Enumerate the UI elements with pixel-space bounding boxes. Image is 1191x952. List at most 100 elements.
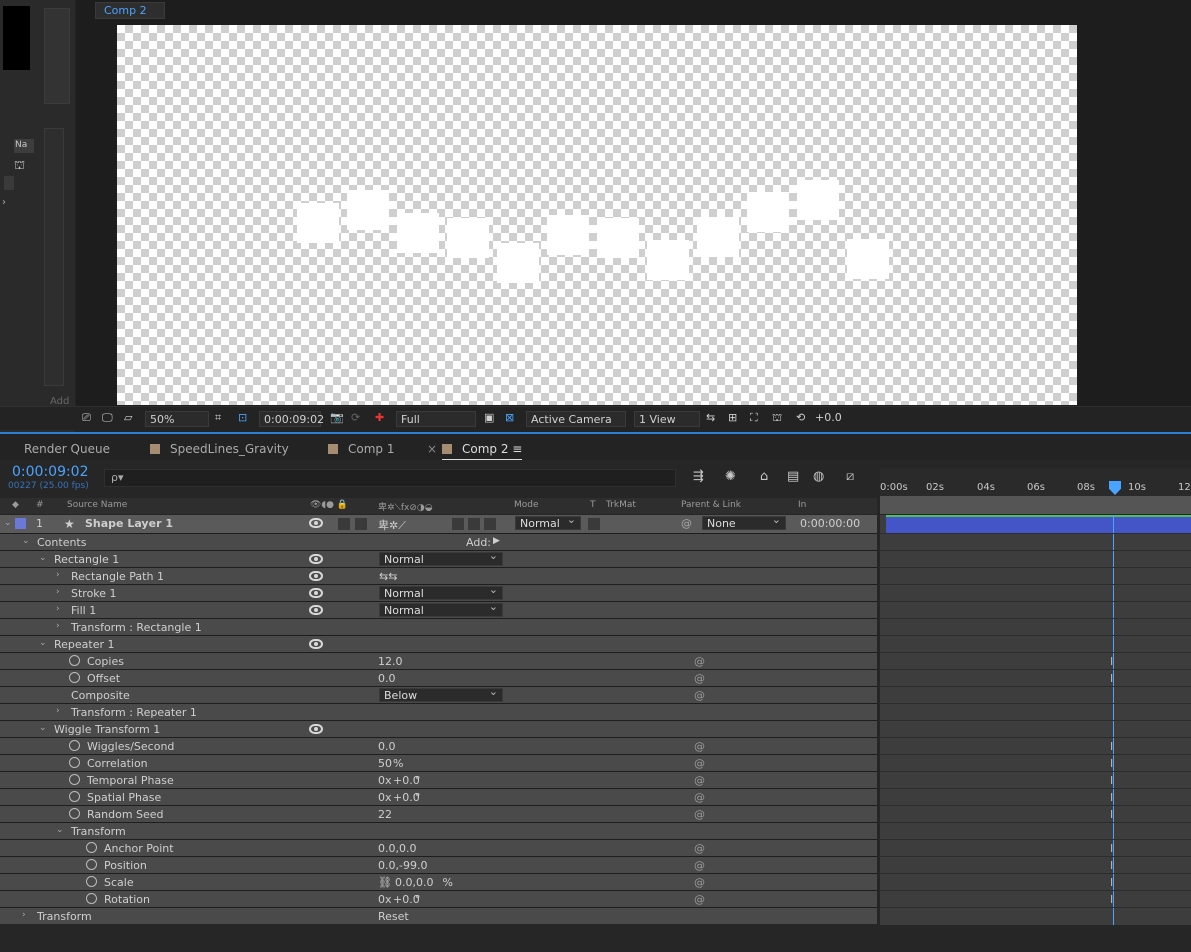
channel-icon[interactable]: ✚ bbox=[375, 411, 384, 427]
track-row[interactable] bbox=[880, 601, 1191, 618]
viewer-tab[interactable]: Comp 2 bbox=[95, 2, 165, 19]
graph-editor-icon[interactable]: ⧄ bbox=[846, 469, 854, 484]
blend-mode-dropdown[interactable]: Below bbox=[379, 685, 503, 702]
property-row[interactable]: › Fill 1 Normal bbox=[0, 600, 877, 618]
track-row[interactable] bbox=[880, 567, 1191, 584]
parent-dropdown[interactable]: None bbox=[702, 513, 786, 530]
pickwhip-icon[interactable]: @ bbox=[681, 517, 692, 530]
collapse-arrow-icon[interactable]: ⌄ bbox=[56, 825, 64, 835]
path-direction-icon[interactable]: ⇆⇆ bbox=[379, 570, 397, 583]
switch-box[interactable] bbox=[452, 518, 464, 530]
property-label[interactable]: Rectangle Path 1 bbox=[71, 570, 164, 583]
show-snapshot-icon[interactable]: ⟳ bbox=[351, 411, 360, 427]
tab-comp-1[interactable]: Comp 1 bbox=[328, 442, 394, 456]
property-label[interactable]: Repeater 1 bbox=[54, 638, 115, 651]
add-menu-label[interactable]: Add: bbox=[466, 536, 491, 549]
property-label[interactable]: Rectangle 1 bbox=[54, 553, 119, 566]
property-label[interactable]: Anchor Point bbox=[104, 842, 174, 855]
property-label[interactable]: Transform bbox=[37, 910, 92, 923]
keyframe-marker[interactable]: I bbox=[1110, 876, 1113, 889]
pickwhip-icon[interactable]: @ bbox=[694, 672, 705, 685]
pickwhip-icon[interactable]: @ bbox=[694, 808, 705, 821]
tab-speedlines-gravity[interactable]: SpeedLines_Gravity bbox=[150, 442, 289, 456]
pickwhip-icon[interactable]: @ bbox=[694, 655, 705, 668]
switch-box[interactable] bbox=[484, 518, 496, 530]
region-of-interest-icon[interactable]: ▣ bbox=[484, 411, 494, 427]
property-value[interactable]: 0.0,0.0 bbox=[378, 842, 416, 855]
track-row[interactable] bbox=[880, 635, 1191, 652]
property-value[interactable]: 0.0 bbox=[378, 740, 396, 753]
property-row[interactable]: Correlation 50% @ bbox=[0, 754, 877, 771]
expand-arrow-icon[interactable]: › bbox=[22, 910, 26, 920]
track-row[interactable] bbox=[880, 550, 1191, 567]
panel-tab[interactable] bbox=[4, 176, 14, 190]
keyframe-marker[interactable]: I bbox=[1110, 757, 1113, 770]
transparency-grid-icon[interactable]: ⊡ bbox=[238, 411, 247, 427]
property-row[interactable]: Temporal Phase 0 x +0.0 ° @ bbox=[0, 771, 877, 788]
stopwatch-icon[interactable] bbox=[69, 791, 80, 802]
search-input[interactable]: ρ▾ bbox=[104, 469, 676, 487]
scroll-strip[interactable] bbox=[44, 128, 64, 386]
pickwhip-icon[interactable]: @ bbox=[694, 757, 705, 770]
property-row[interactable]: Spatial Phase 0 x +0.0 ° @ bbox=[0, 788, 877, 805]
mode-dropdown[interactable]: Normal bbox=[515, 513, 581, 530]
toggle-transparency-icon[interactable]: ⊠ bbox=[505, 411, 514, 427]
layer-switch-icons[interactable]: 卑✲⟋ bbox=[378, 517, 406, 533]
property-label[interactable]: Temporal Phase bbox=[87, 774, 174, 787]
track-row[interactable]: I bbox=[880, 754, 1191, 771]
pickwhip-icon[interactable]: @ bbox=[694, 859, 705, 872]
playhead[interactable] bbox=[1109, 481, 1121, 495]
close-tab-icon[interactable]: × bbox=[427, 442, 437, 456]
switch-box[interactable] bbox=[468, 518, 480, 530]
track-row[interactable]: I bbox=[880, 839, 1191, 856]
property-row[interactable]: › Stroke 1 Normal bbox=[0, 583, 877, 601]
hierarchy-icon[interactable]: ⛫ bbox=[14, 158, 25, 174]
shy-icon[interactable]: ⌂ bbox=[760, 469, 768, 484]
track-row[interactable]: I bbox=[880, 771, 1191, 788]
time-ruler[interactable]: 0:00s 02s 04s 06s 08s 10s 12s bbox=[880, 468, 1191, 514]
expand-layer-icon[interactable]: ⌄ bbox=[4, 518, 12, 528]
property-value[interactable]: 0.0 bbox=[378, 672, 396, 685]
track-row[interactable] bbox=[880, 533, 1191, 550]
stopwatch-icon[interactable] bbox=[69, 655, 80, 666]
property-value[interactable]: Reset bbox=[378, 910, 409, 923]
property-label[interactable]: Copies bbox=[87, 655, 124, 668]
track-area[interactable]: IIIIIIIIIII bbox=[880, 515, 1191, 925]
keyframe-marker[interactable]: I bbox=[1110, 774, 1113, 787]
timecode[interactable]: 0:00:09:02 bbox=[12, 464, 89, 480]
expand-arrow-icon[interactable]: › bbox=[56, 706, 60, 716]
trkmat-box[interactable] bbox=[588, 518, 600, 530]
fast-preview-icon[interactable]: ⊞ bbox=[728, 411, 737, 427]
stopwatch-icon[interactable] bbox=[86, 893, 97, 904]
zoom-dropdown[interactable]: 50% bbox=[145, 411, 209, 427]
track-row[interactable]: I bbox=[880, 805, 1191, 822]
keyframe-marker[interactable]: I bbox=[1110, 791, 1113, 804]
property-value[interactable]: 0.0,0.0 bbox=[395, 876, 433, 889]
property-row[interactable]: › Transform : Repeater 1 bbox=[0, 703, 877, 720]
timeline-icon[interactable]: ⛶ bbox=[750, 411, 758, 427]
collapse-arrow-icon[interactable]: ⌄ bbox=[22, 536, 30, 546]
property-row[interactable]: Rotation 0 x +0.0 ° @ bbox=[0, 890, 877, 907]
property-label[interactable]: Wiggle Transform 1 bbox=[54, 723, 160, 736]
current-time[interactable]: 0:00:09:02 bbox=[259, 411, 324, 427]
property-value[interactable]: 0 bbox=[378, 791, 385, 804]
keyframe-marker[interactable]: I bbox=[1110, 893, 1113, 906]
track-row[interactable] bbox=[880, 720, 1191, 737]
region-icon[interactable]: ⌗ bbox=[215, 411, 221, 427]
keyframe-marker[interactable]: I bbox=[1110, 655, 1113, 668]
property-row[interactable]: › Transform Reset bbox=[0, 907, 877, 924]
property-row[interactable]: ⌄ Transform bbox=[0, 822, 877, 839]
stopwatch-icon[interactable] bbox=[69, 808, 80, 819]
visibility-eye-icon[interactable] bbox=[309, 518, 323, 528]
pickwhip-icon[interactable]: @ bbox=[694, 689, 705, 702]
tab-render-queue[interactable]: Render Queue bbox=[24, 442, 110, 456]
property-value[interactable]: 0.0,-99.0 bbox=[378, 859, 427, 872]
property-label[interactable]: Composite bbox=[71, 689, 130, 702]
track-row[interactable]: I bbox=[880, 890, 1191, 907]
property-value[interactable]: 0 bbox=[378, 774, 385, 787]
exposure-value[interactable]: +0.0 bbox=[815, 411, 842, 427]
property-label[interactable]: Correlation bbox=[87, 757, 148, 770]
property-label[interactable]: Scale bbox=[104, 876, 134, 889]
composition-canvas[interactable] bbox=[117, 25, 1077, 405]
track-row[interactable]: I bbox=[880, 856, 1191, 873]
